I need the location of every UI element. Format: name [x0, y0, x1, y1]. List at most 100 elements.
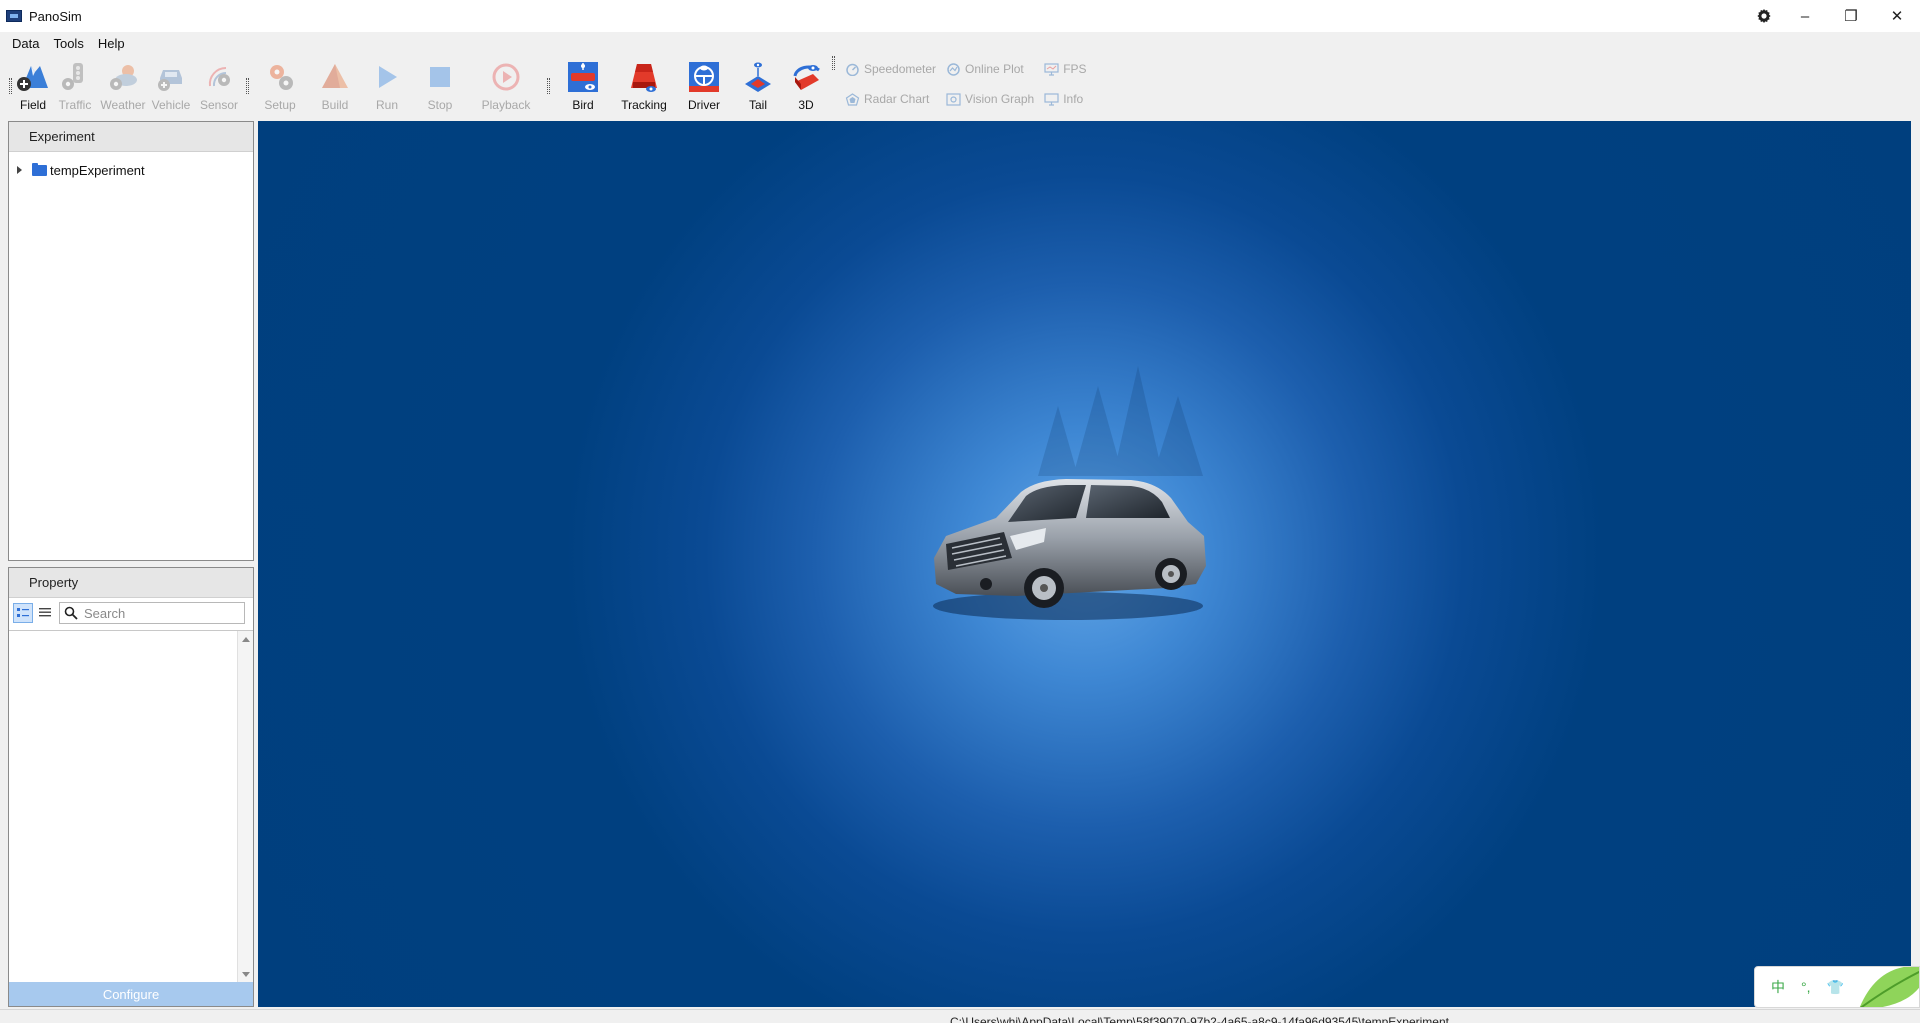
weather-button[interactable]: Weather: [99, 54, 147, 112]
vision-graph-icon: [946, 92, 961, 106]
ime-punctuation-toggle[interactable]: °,: [1801, 979, 1811, 995]
build-label: Build: [321, 98, 349, 112]
categorized-view-button[interactable]: [13, 603, 33, 623]
car-splash-image: [933, 479, 1206, 620]
field-button[interactable]: Field: [15, 54, 51, 112]
speedometer-icon: [845, 63, 860, 76]
folder-icon: [32, 162, 47, 176]
driver-label: Driver: [688, 98, 720, 112]
scroll-down-arrow-icon[interactable]: [242, 972, 250, 977]
experiment-panel-title: Experiment: [9, 122, 253, 152]
setup-button[interactable]: Setup: [252, 54, 308, 112]
list-icon: [39, 608, 51, 617]
title-bar: PanoSim – ❐ ✕: [0, 0, 1920, 32]
menu-help[interactable]: Help: [91, 36, 132, 51]
forest-silhouette-image: [1038, 366, 1203, 476]
vehicle-icon: [154, 59, 188, 95]
window-title: PanoSim: [29, 8, 82, 24]
experiment-path-text: C:\Users\whj\AppData\Local\Temp\58f39070…: [950, 1015, 1449, 1023]
field-icon: [16, 59, 50, 95]
toolbar-separator: [547, 78, 550, 94]
tracking-view-button[interactable]: Tracking: [613, 54, 675, 112]
driver-view-button[interactable]: Driver: [675, 54, 733, 112]
speedometer-label: Speedometer: [864, 62, 937, 76]
menu-data[interactable]: Data: [5, 36, 46, 51]
experiment-panel: Experiment tempExperiment: [8, 121, 254, 561]
tail-view-button[interactable]: Tail: [733, 54, 783, 112]
settings-gear-icon[interactable]: [1746, 0, 1782, 32]
property-panel: Property Configure: [8, 567, 254, 1007]
fps-monitor-icon: [1044, 62, 1059, 76]
sensor-icon: [202, 59, 236, 95]
scroll-up-arrow-icon[interactable]: [242, 637, 250, 642]
toolbar-grip[interactable]: [9, 78, 12, 94]
sensor-button[interactable]: Sensor: [195, 54, 243, 112]
radar-chart-button[interactable]: Radar Chart: [840, 84, 941, 114]
property-search-input[interactable]: [84, 605, 234, 621]
traffic-icon: [58, 59, 92, 95]
vehicle-button[interactable]: Vehicle: [147, 54, 195, 112]
ime-toolbar[interactable]: 中 °, 👕: [1754, 966, 1920, 1008]
expand-arrow-icon[interactable]: [17, 166, 22, 174]
online-plot-icon: [946, 62, 961, 76]
3d-view-button[interactable]: 3D: [783, 54, 829, 112]
window-controls: – ❐ ✕: [1746, 0, 1920, 32]
field-label: Field: [19, 98, 46, 112]
vision-graph-label: Vision Graph: [965, 92, 1035, 106]
setup-label: Setup: [264, 98, 296, 112]
vehicle-label: Vehicle: [151, 98, 191, 112]
driver-view-icon: [687, 59, 721, 95]
bird-view-icon: [566, 59, 600, 95]
stop-label: Stop: [427, 98, 453, 112]
bird-label: Bird: [572, 98, 594, 112]
ime-skin-icon[interactable]: 👕: [1827, 979, 1844, 996]
info-monitor-icon: [1044, 92, 1059, 106]
toolbar-separator: [246, 78, 249, 94]
tree-item-label: tempExperiment: [50, 162, 145, 178]
playback-icon: [489, 59, 523, 95]
panosim-app-icon: [6, 10, 22, 22]
property-toolbar: [9, 598, 253, 628]
3d-label: 3D: [798, 98, 814, 112]
search-icon: [64, 606, 78, 620]
tail-label: Tail: [748, 98, 767, 112]
ime-language-toggle[interactable]: 中: [1771, 977, 1785, 997]
playback-button[interactable]: Playback: [468, 54, 544, 112]
menu-tools[interactable]: Tools: [46, 36, 90, 51]
run-play-icon: [370, 59, 404, 95]
property-search-box[interactable]: [59, 602, 245, 624]
monitor-toolbar: Speedometer Online Plot FPS Radar Chart …: [840, 54, 1092, 114]
alphabetical-view-button[interactable]: [35, 603, 55, 623]
property-panel-title: Property: [9, 568, 253, 598]
traffic-button[interactable]: Traffic: [51, 54, 99, 112]
bird-view-button[interactable]: Bird: [553, 54, 613, 112]
vision-graph-button[interactable]: Vision Graph: [941, 84, 1039, 114]
stop-button[interactable]: Stop: [412, 54, 468, 112]
speedometer-button[interactable]: Speedometer: [840, 54, 941, 84]
stop-square-icon: [423, 59, 457, 95]
minimize-button[interactable]: –: [1782, 0, 1828, 32]
restore-button[interactable]: ❐: [1828, 0, 1874, 32]
radar-chart-label: Radar Chart: [864, 92, 930, 106]
close-button[interactable]: ✕: [1874, 0, 1920, 32]
tail-view-icon: [741, 59, 775, 95]
status-bar: C:\Users\whj\AppData\Local\Temp\58f39070…: [0, 1009, 1920, 1023]
property-scrollbar[interactable]: [237, 631, 253, 983]
traffic-label: Traffic: [58, 98, 92, 112]
build-icon: [318, 59, 352, 95]
info-button[interactable]: Info: [1039, 84, 1091, 114]
weather-label: Weather: [100, 98, 146, 112]
tracking-view-icon: [627, 59, 661, 95]
online-plot-button[interactable]: Online Plot: [941, 54, 1039, 84]
run-label: Run: [375, 98, 398, 112]
run-button[interactable]: Run: [362, 54, 412, 112]
weather-icon: [106, 59, 140, 95]
tree-item-tempexperiment[interactable]: tempExperiment: [9, 160, 253, 180]
main-viewport[interactable]: [258, 121, 1911, 1007]
tracking-label: Tracking: [621, 98, 667, 112]
build-button[interactable]: Build: [308, 54, 362, 112]
fps-button[interactable]: FPS: [1039, 54, 1091, 84]
configure-button[interactable]: Configure: [9, 982, 253, 1006]
menu-bar: Data Tools Help: [0, 32, 1920, 54]
toolbar-separator: [832, 56, 835, 70]
